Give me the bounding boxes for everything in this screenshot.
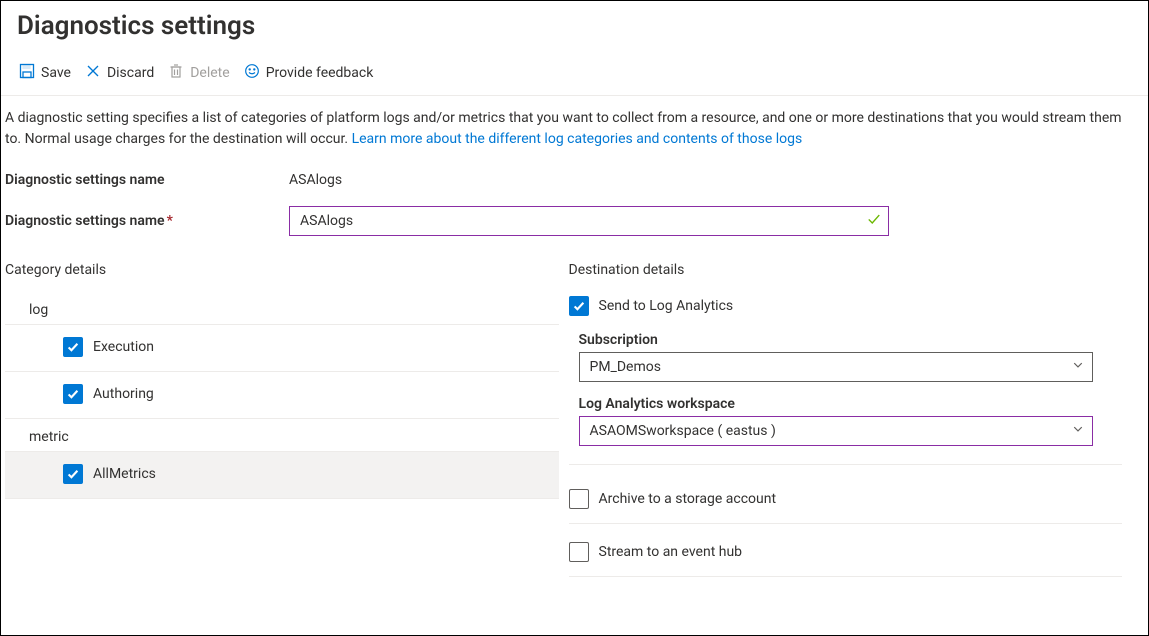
trash-icon (168, 63, 184, 83)
send-log-analytics-checkbox[interactable] (569, 296, 589, 316)
save-button[interactable]: Save (19, 63, 71, 83)
log-execution-row: Execution (5, 325, 559, 372)
workspace-value: ASAOMSworkspace ( eastus ) (590, 423, 776, 439)
save-label: Save (41, 65, 71, 81)
description-text: A diagnostic setting specifies a list of… (5, 108, 1132, 154)
metric-allmetrics-row: AllMetrics (5, 452, 559, 499)
stream-eventhub-checkbox[interactable] (569, 542, 589, 562)
workspace-label: Log Analytics workspace (579, 396, 1123, 412)
close-icon (85, 63, 101, 83)
toolbar: Save Discard Delete Provide feedback (1, 55, 1148, 96)
smile-icon (244, 63, 260, 83)
delete-button: Delete (168, 63, 229, 83)
save-icon (19, 63, 35, 83)
allmetrics-label: AllMetrics (93, 466, 156, 482)
check-icon (867, 212, 881, 230)
archive-storage-label: Archive to a storage account (599, 491, 777, 507)
destination-title: Destination details (569, 262, 1123, 278)
chevron-down-icon (1072, 423, 1084, 439)
destination-details: Destination details Send to Log Analytic… (569, 262, 1133, 577)
archive-storage-checkbox[interactable] (569, 489, 589, 509)
subscription-select[interactable]: PM_Demos (579, 352, 1093, 382)
settings-name-display-value: ASAlogs (289, 172, 342, 188)
log-header: log (5, 296, 559, 325)
required-indicator: * (167, 213, 173, 229)
settings-name-input[interactable] (289, 206, 889, 236)
execution-label: Execution (93, 339, 154, 355)
delete-label: Delete (190, 65, 229, 81)
settings-name-display-label: Diagnostic settings name (5, 172, 289, 188)
stream-eventhub-label: Stream to an event hub (599, 544, 743, 560)
chevron-down-icon (1072, 359, 1084, 375)
feedback-button[interactable]: Provide feedback (244, 63, 374, 83)
metric-header: metric (5, 423, 559, 452)
feedback-label: Provide feedback (266, 65, 374, 81)
stream-eventhub-row: Stream to an event hub (569, 532, 1123, 577)
settings-name-input-label: Diagnostic settings name* (5, 213, 289, 229)
category-title: Category details (5, 262, 559, 278)
log-authoring-row: Authoring (5, 372, 559, 419)
subscription-value: PM_Demos (590, 359, 661, 375)
learn-more-link[interactable]: Learn more about the different log categ… (352, 131, 803, 147)
execution-checkbox[interactable] (63, 337, 83, 357)
authoring-label: Authoring (93, 386, 154, 402)
archive-storage-row: Archive to a storage account (569, 479, 1123, 524)
authoring-checkbox[interactable] (63, 384, 83, 404)
discard-button[interactable]: Discard (85, 63, 154, 83)
discard-label: Discard (107, 65, 154, 81)
page-title: Diagnostics settings (1, 1, 1148, 55)
category-details: Category details log Execution Authoring… (5, 262, 569, 577)
workspace-select[interactable]: ASAOMSworkspace ( eastus ) (579, 416, 1093, 446)
subscription-label: Subscription (579, 332, 1123, 348)
send-log-analytics-label: Send to Log Analytics (599, 298, 734, 314)
allmetrics-checkbox[interactable] (63, 464, 83, 484)
